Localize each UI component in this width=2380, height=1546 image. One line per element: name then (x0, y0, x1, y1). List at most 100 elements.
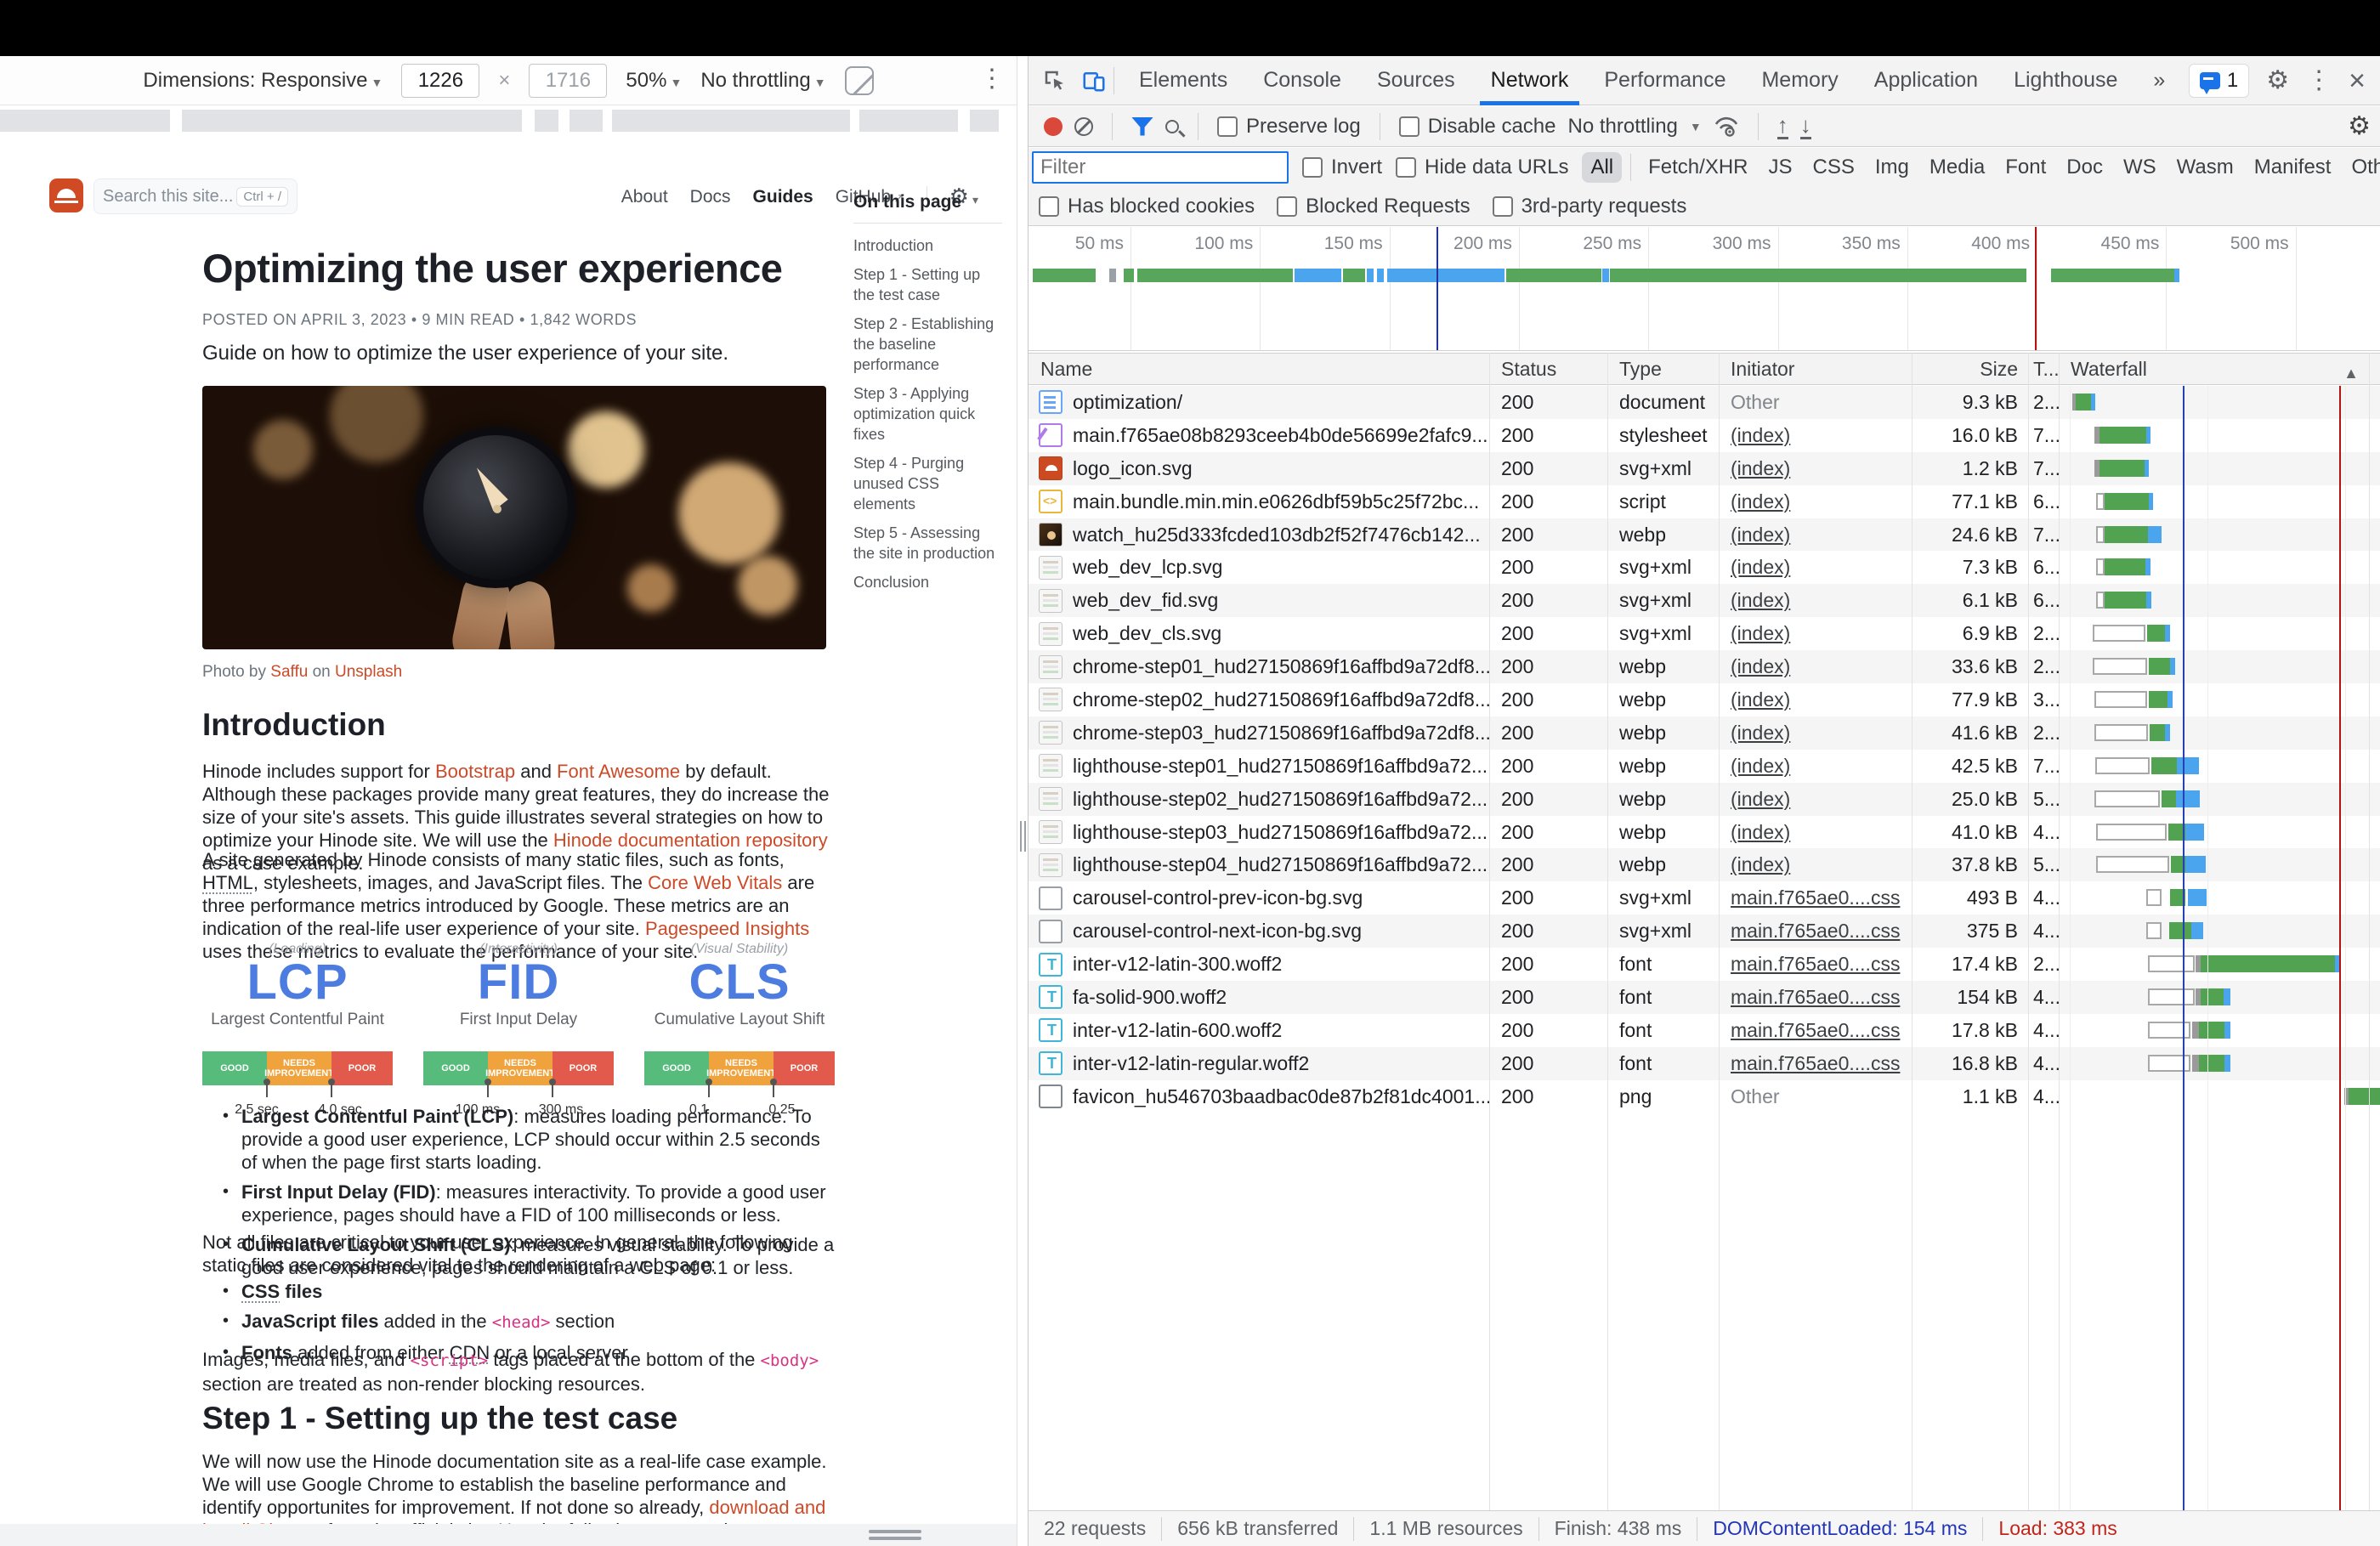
filter-type-doc[interactable]: Doc (2058, 152, 2111, 183)
filter-type-manifest[interactable]: Manifest (2246, 152, 2340, 183)
tab-application[interactable]: Application (1856, 56, 1996, 105)
viewport-resize-strip[interactable] (0, 1524, 1017, 1546)
inline-link[interactable]: Pagespeed Insights (645, 918, 809, 939)
initiator-link[interactable]: main.f765ae0....css (1731, 1052, 1900, 1074)
zoom-select[interactable]: 50% ▼ (626, 69, 682, 93)
column-header-initiator[interactable]: Initiator (1719, 358, 1912, 381)
nav-about[interactable]: About (621, 187, 668, 207)
waterfall-cell[interactable] (2059, 783, 2380, 816)
initiator-cell[interactable]: (index) (1719, 457, 1912, 480)
network-settings-icon[interactable]: ⚙ (2348, 111, 2371, 141)
waterfall-cell[interactable] (2059, 1047, 2380, 1080)
waterfall-cell[interactable] (2059, 981, 2380, 1014)
initiator-cell[interactable]: (index) (1719, 655, 1912, 678)
waterfall-cell[interactable] (2059, 750, 2380, 783)
initiator-cell[interactable]: (index) (1719, 622, 1912, 645)
media-query-segment[interactable] (612, 110, 850, 132)
initiator-cell[interactable]: (index) (1719, 556, 1912, 579)
table-row[interactable]: main.f765ae08b8293ceeb4b0de56699e2fafc9.… (1028, 419, 2380, 452)
initiator-link[interactable]: (index) (1731, 788, 1790, 810)
initiator-link[interactable]: (index) (1731, 688, 1790, 711)
device-toolbar-menu-icon[interactable]: ⋮ (979, 66, 1005, 92)
search-network-icon[interactable] (1165, 119, 1179, 133)
filter-type-js[interactable]: JS (1760, 152, 1801, 183)
tab-sources[interactable]: Sources (1359, 56, 1473, 105)
inline-link[interactable]: Bootstrap (435, 761, 515, 782)
initiator-cell[interactable]: (index) (1719, 424, 1912, 447)
initiator-cell[interactable]: main.f765ae0....css (1719, 1052, 1912, 1075)
rotate-viewport-icon[interactable] (844, 65, 874, 95)
devtools-menu-icon[interactable]: ⋮ (2306, 67, 2332, 93)
pane-divider[interactable] (1017, 56, 1028, 1546)
initiator-link[interactable]: main.f765ae0....css (1731, 886, 1900, 909)
waterfall-cell[interactable] (2059, 848, 2380, 881)
network-overview-timeline[interactable]: 50 ms 100 ms 150 ms 200 ms 250 ms 300 ms 350 m… (1028, 227, 2380, 351)
media-query-segment[interactable] (182, 110, 522, 132)
clear-network-log-icon[interactable] (1074, 116, 1093, 136)
request-name-cell[interactable]: lighthouse-step04_hud27150869f16affbd9a7… (1028, 852, 1489, 877)
waterfall-cell[interactable] (2059, 1014, 2380, 1047)
request-name-cell[interactable]: optimization/ (1028, 390, 1489, 415)
preserve-log-checkbox[interactable]: Preserve log (1217, 115, 1361, 139)
filter-type-font[interactable]: Font (1997, 152, 2054, 183)
column-header-name[interactable]: Name (1028, 358, 1489, 381)
column-header-status[interactable]: Status (1489, 358, 1607, 381)
waterfall-cell[interactable] (2059, 551, 2380, 584)
initiator-link[interactable]: main.f765ae0....css (1731, 920, 1900, 942)
filter-type-css[interactable]: CSS (1805, 152, 1863, 183)
initiator-link[interactable]: main.f765ae0....css (1731, 1019, 1900, 1041)
export-har-icon[interactable]: ↓ (1799, 114, 1811, 139)
initiator-link[interactable]: (index) (1731, 722, 1790, 744)
table-row[interactable]: lighthouse-step02_hud27150869f16affbd9a7… (1028, 782, 2380, 816)
filter-type-img[interactable]: Img (1867, 152, 1918, 183)
tab-performance[interactable]: Performance (1586, 56, 1743, 105)
record-network-log-button[interactable] (1044, 116, 1062, 136)
resize-grip[interactable] (869, 1530, 921, 1533)
initiator-cell[interactable]: main.f765ae0....css (1719, 886, 1912, 909)
filter-toggle-icon[interactable] (1131, 116, 1153, 136)
has-blocked-cookies-checkbox[interactable]: Has blocked cookies (1039, 195, 1255, 218)
viewport-height-input[interactable] (529, 63, 608, 98)
filter-type-fetchxhr[interactable]: Fetch/XHR (1640, 152, 1756, 183)
request-name-cell[interactable]: carousel-control-prev-icon-bg.svg (1028, 886, 1489, 910)
filter-type-media[interactable]: Media (1921, 152, 1993, 183)
initiator-cell[interactable]: (index) (1719, 853, 1912, 876)
tab-network[interactable]: Network (1473, 56, 1587, 105)
tab-lighthouse[interactable]: Lighthouse (1996, 56, 2135, 105)
waterfall-cell[interactable] (2059, 386, 2380, 419)
request-name-cell[interactable]: lighthouse-step02_hud27150869f16affbd9a7… (1028, 787, 1489, 812)
dimensions-select[interactable]: Dimensions: Responsive ▼ (143, 69, 382, 93)
table-row[interactable]: fa-solid-900.woff2 200 font main.f765ae0...… (1028, 981, 2380, 1014)
initiator-cell[interactable]: (index) (1719, 755, 1912, 778)
table-row[interactable]: carousel-control-prev-icon-bg.svg 200 svg+… (1028, 881, 2380, 915)
filter-type-other[interactable]: Other (2343, 152, 2380, 183)
initiator-cell[interactable]: main.f765ae0....css (1719, 986, 1912, 1009)
table-row[interactable]: lighthouse-step04_hud27150869f16affbd9a7… (1028, 848, 2380, 882)
initiator-link[interactable]: (index) (1731, 589, 1790, 611)
waterfall-cell[interactable] (2059, 650, 2380, 683)
waterfall-cell[interactable] (2059, 419, 2380, 452)
filter-type-all[interactable]: All (1582, 152, 1623, 183)
request-name-cell[interactable]: chrome-step03_hud27150869f16affbd9a72df8… (1028, 721, 1489, 745)
initiator-link[interactable]: main.f765ae0....css (1731, 986, 1900, 1008)
inline-link[interactable]: Saffu (270, 663, 308, 681)
issues-badge[interactable]: 1 (2188, 63, 2250, 98)
waterfall-cell[interactable] (2059, 452, 2380, 485)
media-query-segment[interactable] (570, 110, 603, 132)
waterfall-cell[interactable] (2059, 915, 2380, 948)
tab-console[interactable]: Console (1245, 56, 1359, 105)
toc-item[interactable]: Step 3 - Applying optimization quick fix… (853, 383, 1002, 445)
request-name-cell[interactable]: main.f765ae08b8293ceeb4b0de56699e2fafc9.… (1028, 423, 1489, 448)
toc-item[interactable]: Introduction (853, 235, 1002, 256)
table-row[interactable]: inter-v12-latin-600.woff2 200 font main.f76… (1028, 1014, 2380, 1047)
request-name-cell[interactable]: lighthouse-step01_hud27150869f16affbd9a7… (1028, 754, 1489, 779)
waterfall-cell[interactable] (2059, 1080, 2380, 1113)
initiator-link[interactable]: main.f765ae0....css (1731, 953, 1900, 975)
column-header-waterfall[interactable]: Waterfall ▲ (2059, 358, 2380, 381)
request-name-cell[interactable]: main.bundle.min.min.e0626dbf59b5c25f72bc… (1028, 490, 1489, 514)
table-row[interactable]: main.bundle.min.min.e0626dbf59b5c25f72bc… (1028, 485, 2380, 518)
table-row[interactable]: optimization/200 document Other 9.3 kB 2... (1028, 386, 2380, 419)
initiator-link[interactable]: (index) (1731, 755, 1790, 777)
-rd-party-requests-checkbox[interactable]: 3rd-party requests (1492, 195, 1686, 218)
resize-grip[interactable] (869, 1537, 921, 1540)
